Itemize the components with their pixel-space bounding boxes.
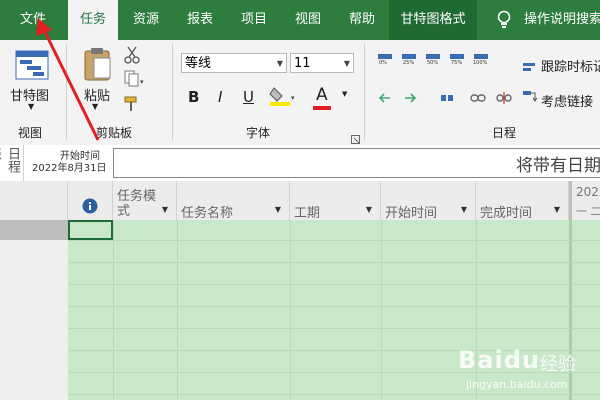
annotation-arrow bbox=[36, 18, 100, 141]
